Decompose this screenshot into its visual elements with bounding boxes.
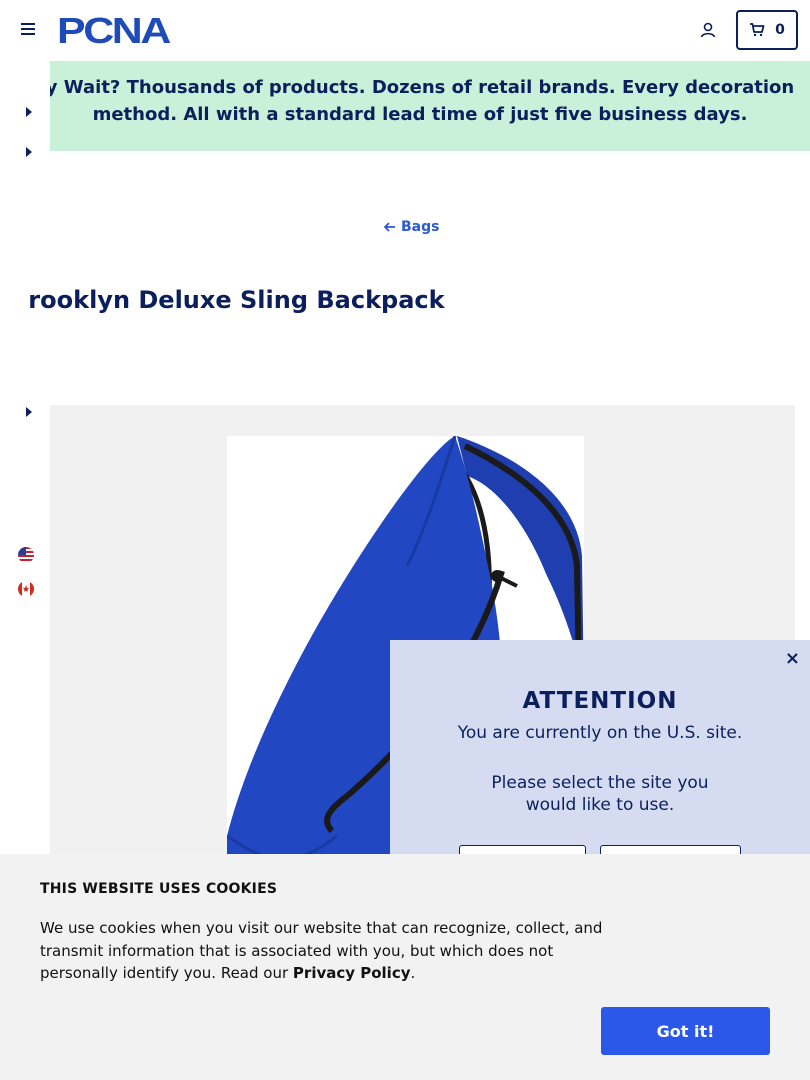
us-flag-icon[interactable] bbox=[18, 547, 34, 563]
cart-icon bbox=[750, 23, 765, 37]
modal-question: Please select the site you would like to… bbox=[491, 773, 709, 815]
got-it-button[interactable]: Got it! bbox=[601, 1007, 770, 1055]
cart-button[interactable]: 0 bbox=[736, 10, 798, 50]
cookie-text: We use cookies when you visit our websit… bbox=[40, 919, 603, 982]
caret-right-icon[interactable] bbox=[25, 147, 33, 157]
modal-subtitle: You are currently on the U.S. site. bbox=[457, 723, 743, 743]
canada-flag-icon[interactable] bbox=[18, 581, 34, 597]
back-to-bags-link[interactable]: Bags bbox=[384, 219, 439, 235]
cookie-title: THIS WEBSITE USES COOKIES bbox=[40, 881, 278, 897]
modal-title: ATTENTION bbox=[522, 688, 678, 714]
cart-count: 0 bbox=[775, 22, 785, 38]
promo-text: y Wait? Thousands of products. Dozens of… bbox=[50, 77, 795, 125]
arrow-left-icon bbox=[384, 222, 395, 232]
cookie-banner: THIS WEBSITE USES COOKIES We use cookies… bbox=[0, 854, 810, 1080]
site-header: PCNA 0 bbox=[0, 0, 810, 60]
promo-banner: y Wait? Thousands of products. Dozens of… bbox=[50, 61, 810, 151]
privacy-policy-link[interactable]: Privacy Policy bbox=[293, 964, 411, 982]
hamburger-menu-icon[interactable] bbox=[21, 23, 35, 37]
pcna-logo[interactable]: PCNA bbox=[57, 14, 177, 46]
product-sku: 269 bbox=[30, 326, 90, 346]
caret-right-icon[interactable] bbox=[25, 407, 33, 417]
back-link-label: Bags bbox=[401, 219, 440, 235]
account-icon[interactable] bbox=[699, 21, 717, 39]
product-title: Brooklyn Deluxe Sling Backpack bbox=[30, 286, 445, 314]
svg-text:PCNA: PCNA bbox=[57, 14, 171, 46]
close-icon[interactable]: × bbox=[785, 648, 800, 669]
caret-right-icon[interactable] bbox=[25, 107, 33, 117]
